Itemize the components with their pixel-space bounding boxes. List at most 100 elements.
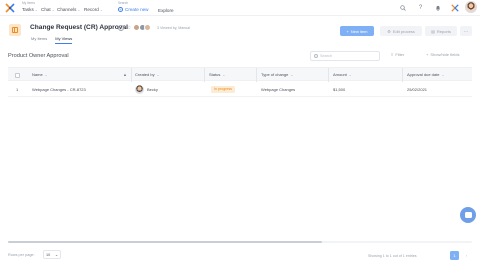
row-due-date: 25/02/2021	[407, 86, 428, 92]
chevron-down-icon: ⌄	[51, 7, 55, 12]
column-header-due-date[interactable]: Approval due date ⌄	[407, 72, 444, 77]
horizontal-scrollbar-thumb[interactable]	[8, 241, 322, 243]
user-avatar[interactable]	[465, 1, 477, 13]
avatar	[135, 84, 144, 94]
nav-tasks-label: Tasks	[22, 7, 34, 12]
members-text: 3 Viewed by, Manual	[157, 25, 191, 30]
reports-button[interactable]: ▤ Reports	[425, 26, 457, 36]
column-status-label: Status	[209, 72, 221, 77]
plus-icon: +	[118, 6, 123, 12]
tab-my-items[interactable]: My Items	[31, 36, 47, 44]
plus-icon: +	[426, 52, 429, 57]
column-header-status[interactable]: Status ⌄	[209, 72, 225, 77]
sort-arrow-icon[interactable]: ▲	[123, 72, 127, 77]
nav-tasks[interactable]: Tasks ⌄	[22, 7, 38, 12]
filter-label: Filter	[395, 52, 405, 57]
column-header-amount[interactable]: Amount ⌄	[333, 72, 352, 77]
bell-icon[interactable]	[433, 3, 442, 12]
column-divider[interactable]	[131, 68, 132, 82]
edit-process-label: Edit process	[392, 28, 415, 34]
column-divider[interactable]	[328, 68, 329, 82]
row-type-of-change: Webpage Changes	[261, 86, 296, 92]
reports-label: Reports	[436, 28, 451, 34]
row-index: 1	[16, 86, 19, 92]
column-header-name[interactable]: Name ⌄	[32, 72, 48, 77]
column-divider[interactable]	[402, 68, 403, 82]
chevron-down-icon: ⌄	[222, 72, 226, 77]
pagination-summary: Showing 1 to 1 out of 1 entries	[368, 254, 417, 258]
report-icon: ▤	[431, 28, 435, 34]
chevron-down-icon: ⌄	[348, 72, 352, 77]
nav-channels[interactable]: Channels ⌄	[57, 7, 80, 12]
chat-icon	[464, 212, 472, 218]
chevron-down-icon: ⌄	[156, 72, 160, 77]
avatar	[144, 24, 151, 31]
chevron-down-icon: ⌄	[441, 72, 445, 77]
filter-button[interactable]: ≡ Filter	[391, 52, 404, 57]
nav-chat-label: Chat	[41, 7, 51, 12]
search-field[interactable]	[310, 51, 380, 61]
new-item-button[interactable]: + New item	[340, 26, 374, 36]
page-button-1[interactable]: 1	[450, 251, 459, 260]
rows-per-page-value: 10	[46, 252, 51, 257]
more-button[interactable]: ...	[460, 26, 472, 36]
row-created-by: Becky	[147, 86, 158, 92]
new-item-label: New item	[350, 28, 368, 34]
column-due-date-label: Approval due date	[407, 72, 440, 77]
create-new-button[interactable]: + Create new	[118, 7, 149, 12]
page-title: Change Request (CR) Approval	[30, 24, 128, 31]
column-type-label: Type of change	[261, 72, 289, 77]
next-page-button[interactable]: ›	[462, 251, 471, 260]
column-header-type-of-change[interactable]: Type of change ⌄	[261, 72, 293, 77]
member-avatars[interactable]	[133, 24, 151, 31]
nav-record[interactable]: Record ⌄	[84, 7, 103, 12]
show-hide-label: Show/hide fields	[430, 52, 460, 57]
filter-icon: ≡	[391, 52, 394, 57]
chevron-down-icon: ⌄	[54, 253, 58, 257]
column-created-by-label: Created by	[135, 72, 155, 77]
section-title: Product Owner Approval	[8, 53, 69, 59]
show-hide-fields-button[interactable]: + Show/hide fields	[426, 52, 459, 57]
top-nav: My Items Tasks ⌄ Chat ⌄ Channels ⌄ Record ⌄ …	[0, 0, 480, 16]
chevron-down-icon: ⌄	[99, 7, 103, 12]
app-logo[interactable]	[5, 3, 15, 13]
star-icon[interactable]: ☆	[126, 25, 132, 31]
nav-channels-label: Channels	[57, 7, 77, 12]
gear-icon: ⚙	[387, 28, 391, 34]
row-name-link[interactable]: Webpage Changes - CR-8723	[32, 87, 86, 92]
status-badge: In progress	[211, 85, 235, 93]
rows-per-page-label: Rows per page:	[8, 253, 35, 257]
chevron-down-icon: ⌄	[77, 7, 81, 12]
nav-chat[interactable]: Chat ⌄	[41, 7, 55, 12]
select-all-checkbox[interactable]	[15, 72, 20, 78]
edit-process-button[interactable]: ⚙ Edit process	[380, 26, 422, 36]
app-icon	[9, 24, 21, 36]
search-input[interactable]	[320, 54, 378, 58]
search-icon	[314, 54, 318, 58]
my-items-label: My Items	[22, 1, 35, 5]
apps-logo-icon[interactable]	[450, 3, 459, 12]
tab-my-views[interactable]: My Views	[55, 36, 73, 44]
help-icon[interactable]: ?	[416, 3, 425, 12]
chevron-down-icon: ⌄	[34, 7, 38, 12]
table-header: Name ⌄ ▲ Created by ⌄ Status ⌄ Type of chan…	[8, 67, 472, 82]
search-label: Search	[118, 1, 129, 5]
row-amount: $1,500	[333, 86, 346, 92]
column-divider[interactable]	[256, 68, 257, 82]
chevron-down-icon: ⌄	[44, 72, 48, 77]
nav-record-label: Record	[84, 7, 99, 12]
chat-button[interactable]	[460, 207, 476, 223]
explore-link[interactable]: Explore	[158, 8, 174, 13]
table-row[interactable]: 1 Webpage Changes - CR-8723 Becky In pro…	[8, 81, 472, 97]
create-new-label: Create new	[125, 7, 149, 12]
column-divider[interactable]	[204, 68, 205, 82]
column-name-label: Name	[32, 72, 43, 77]
view-tabs: My Items My Views	[31, 36, 73, 44]
column-amount-label: Amount	[333, 72, 347, 77]
plus-icon: +	[346, 28, 349, 34]
search-icon[interactable]	[398, 3, 407, 12]
column-header-created-by[interactable]: Created by ⌄	[135, 72, 160, 77]
chevron-down-icon: ⌄	[290, 72, 294, 77]
rows-per-page-select[interactable]: 10 ⌄	[43, 250, 61, 259]
info-icon[interactable]: i	[118, 25, 124, 31]
